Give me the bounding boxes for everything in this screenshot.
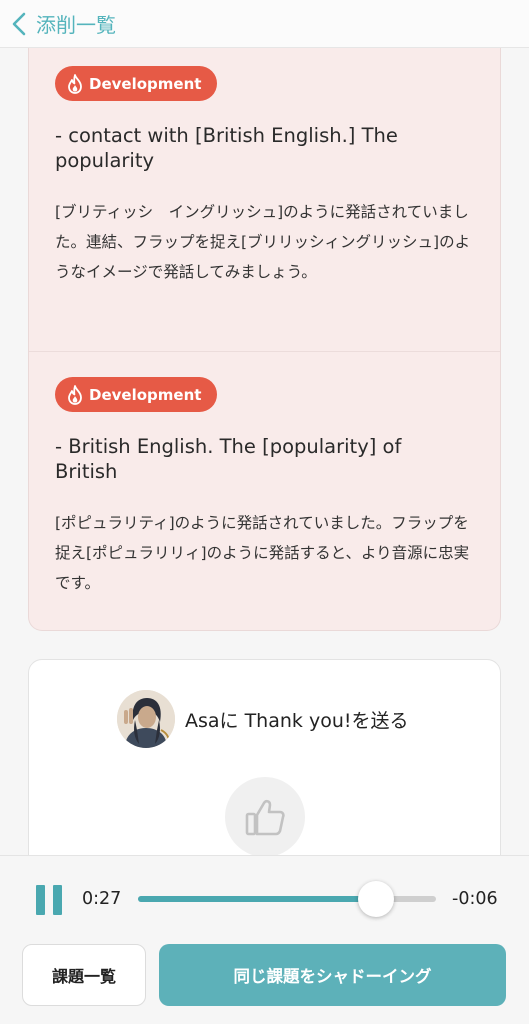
badge-label: Development	[89, 385, 202, 404]
thank-you-button[interactable]	[225, 777, 305, 857]
feedback-comment: [ポピュラリティ]のように発話されていました。フラップを捉え[ポピュラリリィ]の…	[55, 514, 470, 592]
assignment-list-button[interactable]: 課題一覧	[22, 944, 146, 1006]
elapsed-time: 0:27	[82, 889, 122, 909]
target-phrase: - British English. The [popularity] of B…	[55, 435, 402, 483]
back-label: 添削一覧	[36, 13, 116, 37]
avatar-illustration	[117, 690, 175, 748]
audio-player: 0:27 -0:06 課題一覧 同じ課題をシャドーイング	[0, 855, 529, 1024]
badge-label: Development	[89, 74, 202, 93]
feedback-item: Development - contact with [British Engl…	[29, 66, 500, 287]
item-divider	[29, 351, 500, 352]
seek-slider[interactable]	[138, 881, 436, 917]
pause-icon-bar	[36, 885, 45, 915]
feedback-item: Development - British English. The [popu…	[29, 377, 500, 598]
coach-avatar	[117, 690, 175, 748]
thanks-label: Asaに Thank you!を送る	[185, 709, 409, 732]
back-button[interactable]: 添削一覧	[10, 9, 116, 38]
chevron-left-icon	[12, 12, 26, 35]
target-phrase: - contact with [British English.] The po…	[55, 124, 398, 172]
seek-progress	[138, 896, 377, 902]
assignment-list-label: 課題一覧	[51, 967, 116, 986]
thumbs-up-icon	[245, 799, 285, 836]
flame-icon	[68, 384, 82, 405]
remaining-time: -0:06	[452, 889, 498, 909]
development-badge: Development	[55, 377, 218, 412]
flame-icon	[68, 73, 82, 94]
header-bar: 添削一覧	[0, 0, 529, 48]
pause-button[interactable]	[36, 885, 62, 915]
shadow-again-label: 同じ課題をシャドーイング	[233, 967, 432, 986]
shadow-again-button[interactable]: 同じ課題をシャドーイング	[159, 944, 506, 1006]
feedback-comment: [ブリティッシ イングリッシュ]のように発話されていました。連結、フラップを捉え…	[55, 203, 471, 281]
thanks-row: Asaに Thank you!を送る	[117, 690, 408, 748]
pause-icon-bar	[53, 885, 62, 915]
feedback-card: Development - contact with [British Engl…	[28, 48, 501, 631]
seek-thumb[interactable]	[358, 881, 395, 917]
development-badge: Development	[55, 66, 218, 101]
